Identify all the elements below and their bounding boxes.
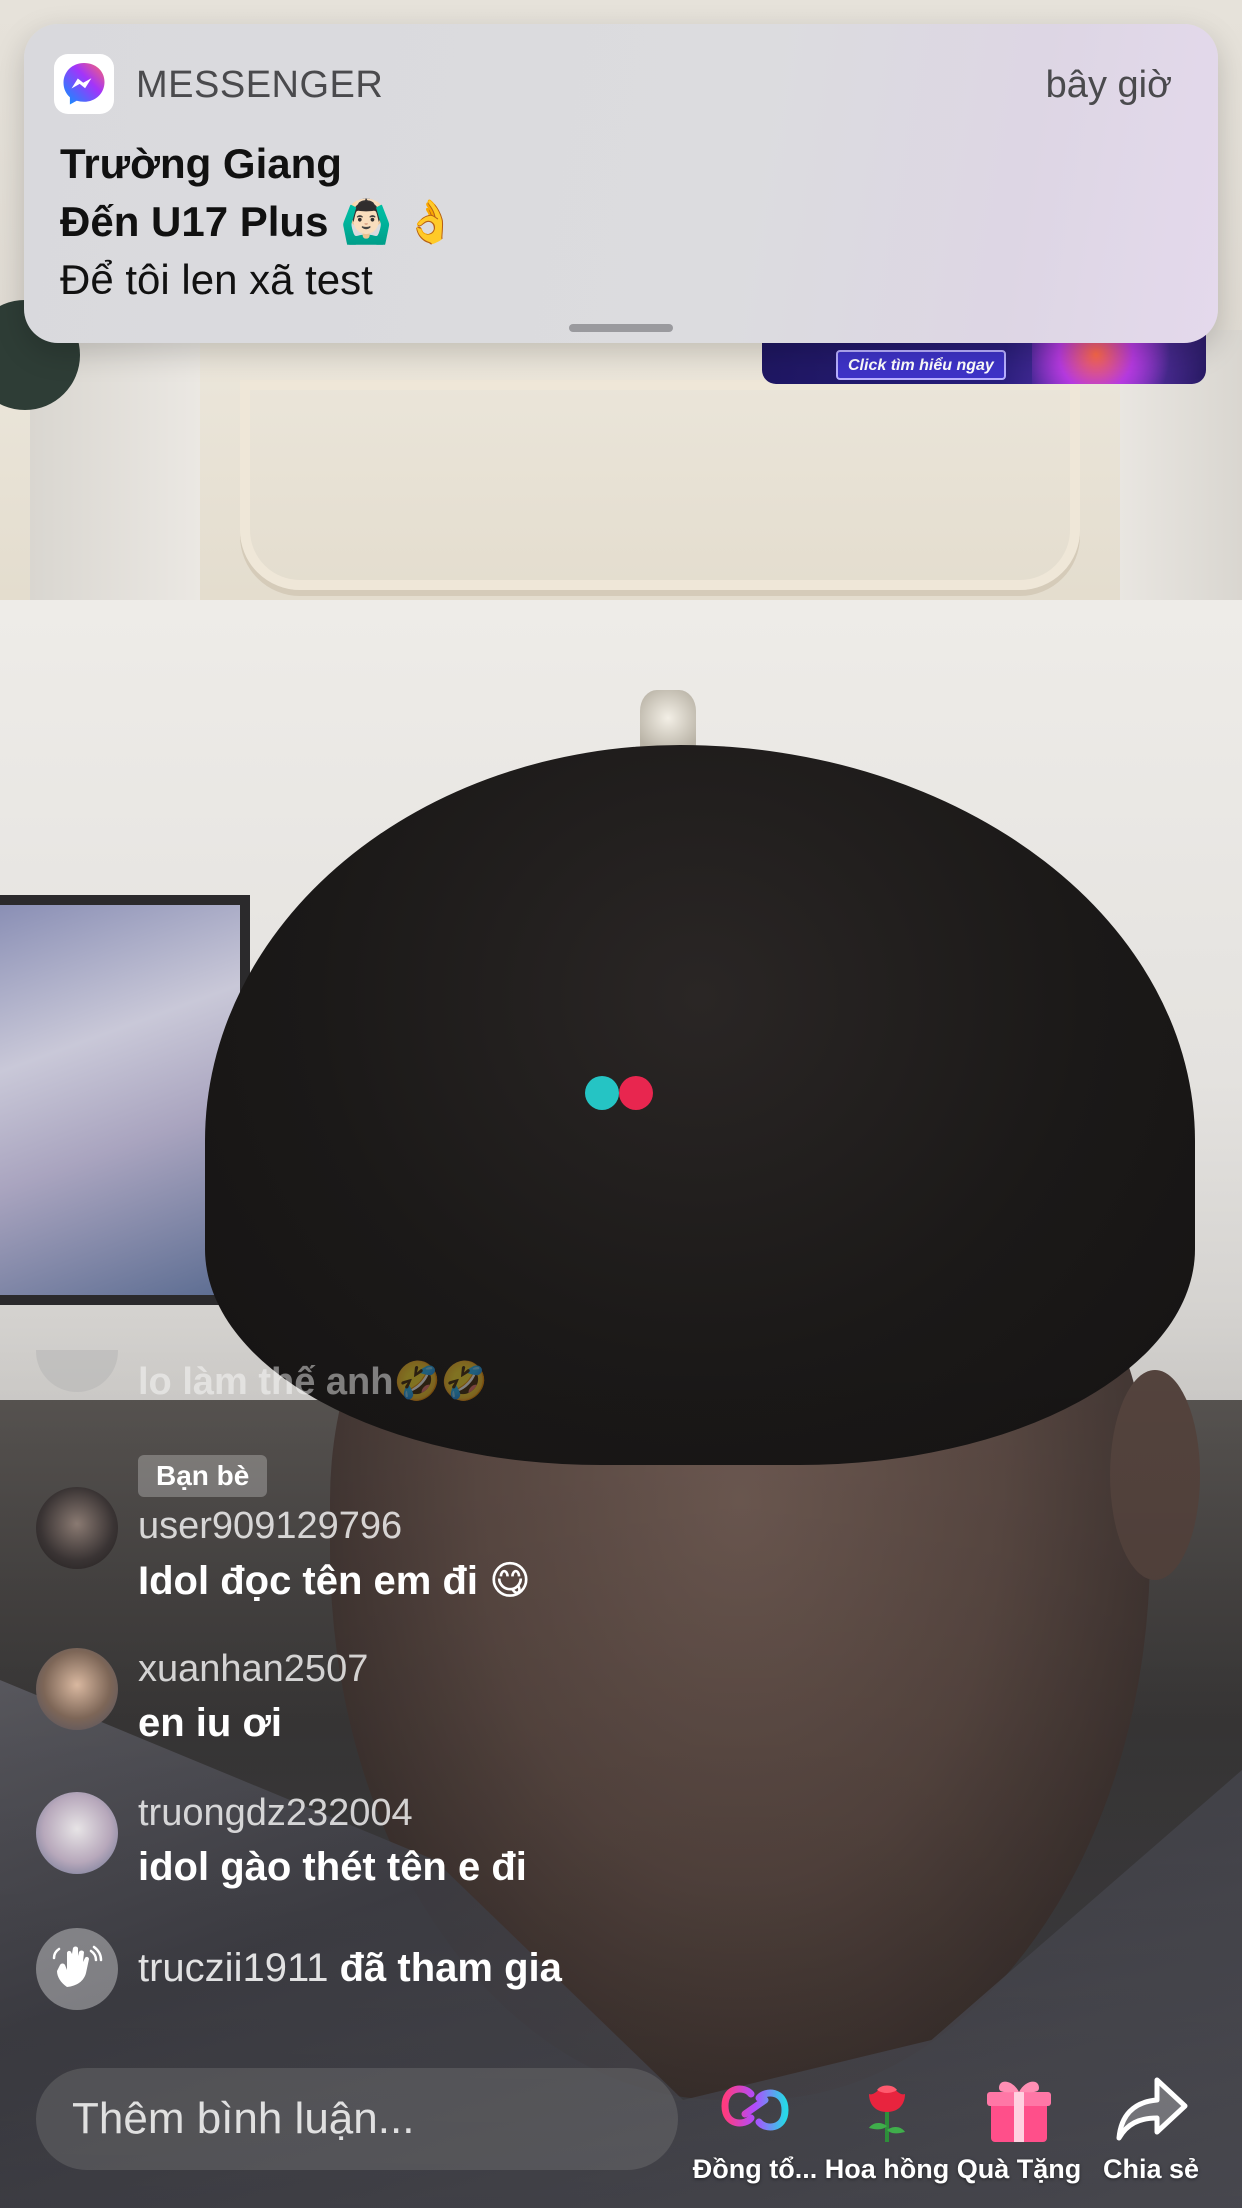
notification-subject: Đến U17 Plus 🙆🏻‍♂️ 👌 — [60, 198, 457, 245]
notification-sender: Trường Giang — [60, 140, 342, 187]
wall-picture — [0, 905, 240, 1295]
messenger-notification[interactable]: MESSENGER bây giờ Trường Giang Đến U17 P… — [24, 24, 1218, 343]
comment-text: en iu ơi — [138, 1701, 283, 1745]
messenger-app-icon — [54, 54, 114, 114]
loading-indicator — [585, 1076, 655, 1110]
join-action: đã tham gia — [339, 1946, 562, 1990]
avatar — [36, 1350, 118, 1392]
notification-body: Để tôi len xã test — [60, 256, 373, 303]
ad-cta-button[interactable]: Click tìm hiểu ngay — [836, 350, 1006, 380]
friend-badge: Bạn bè — [138, 1455, 268, 1497]
collab-link-icon — [721, 2085, 789, 2131]
loading-dot-red — [619, 1076, 653, 1110]
rose-gift-button[interactable]: Hoa hồng — [822, 2064, 952, 2194]
live-stream-screen: Click tìm hiểu ngay MESSENGER bây giờ Tr… — [0, 0, 1242, 2208]
faded-comment-text: lo làm thế anh🤣🤣 — [138, 1361, 489, 1403]
notification-app-name: MESSENGER — [136, 64, 384, 106]
comment-input[interactable]: Thêm bình luận... — [36, 2068, 678, 2170]
gift-button[interactable]: Quà Tặng — [954, 2064, 1084, 2194]
loading-dot-cyan — [585, 1076, 619, 1110]
ceiling-molding — [240, 380, 1080, 590]
messenger-logo-icon — [63, 63, 105, 105]
comment-username[interactable]: xuanhan2507 — [138, 1648, 368, 1691]
live-comments-list[interactable]: lo làm thế anh🤣🤣 Bạn bè user909129796 Id… — [0, 1330, 900, 2030]
join-username[interactable]: truczii1911 — [138, 1946, 328, 1990]
collab-button[interactable]: Đồng tổ... — [690, 2064, 820, 2194]
avatar[interactable] — [36, 1487, 118, 1569]
join-text: truczii1911 đã tham gia — [138, 1946, 562, 1991]
gift-icon — [987, 2081, 1051, 2142]
share-icon — [1116, 2077, 1188, 2141]
share-label: Chia sẻ — [1102, 2154, 1200, 2184]
notification-time: bây giờ — [1045, 64, 1172, 106]
comment-text: idol gào thét tên e đi — [138, 1845, 527, 1889]
comment-username[interactable]: user909129796 — [138, 1505, 402, 1548]
notification-drag-handle[interactable] — [569, 324, 673, 332]
wave-hand-icon — [36, 1928, 118, 2010]
avatar[interactable] — [36, 1792, 118, 1874]
comment-username[interactable]: truongdz232004 — [138, 1792, 413, 1835]
rose-icon — [869, 2085, 905, 2142]
comment-text: Idol đọc tên em đi 😋 — [138, 1559, 531, 1603]
avatar[interactable] — [36, 1648, 118, 1730]
share-button[interactable]: Chia sẻ — [1086, 2064, 1216, 2194]
